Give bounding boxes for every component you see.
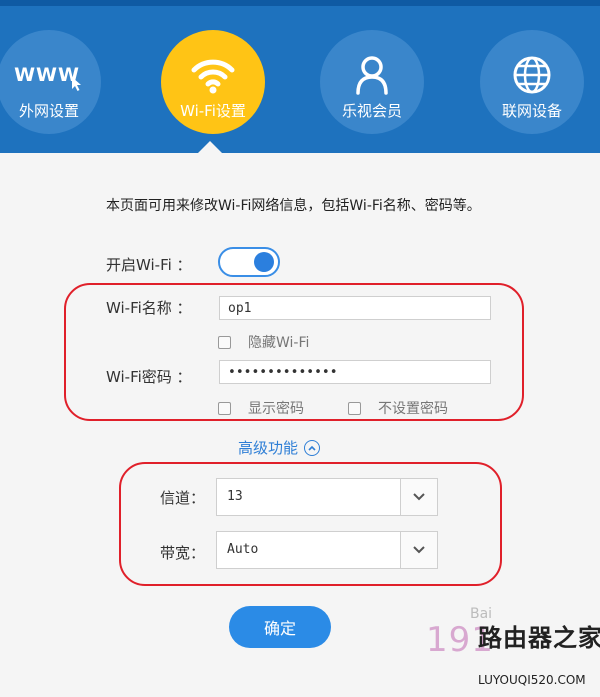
nav-item-wifi-settings[interactable]: Wi-Fi设置 [161,30,265,134]
www-cursor-icon: WWW [14,54,84,96]
active-tab-caret [198,141,222,153]
advanced-label: 高级功能 [238,439,299,457]
header-top-line [0,0,600,6]
nav-label: Wi-Fi设置 [180,102,246,120]
user-icon [355,54,389,96]
nav-label: 乐视会员 [341,102,402,120]
page-description: 本页面可用来修改Wi-Fi网络信息，包括Wi-Fi名称、密码等。 [106,198,481,214]
toggle-knob [254,252,274,272]
globe-icon [512,54,552,96]
watermark-site: LUYOUQI520.COM [478,673,586,687]
nav-label: 联网设备 [501,102,562,120]
nav-label: 外网设置 [18,102,79,120]
chevron-up-icon [304,439,321,456]
nav-item-wan-settings[interactable]: WWW 外网设置 [0,30,101,134]
nav-item-connected-devices[interactable]: 联网设备 [480,30,584,134]
wifi-icon [190,54,236,96]
wifi-toggle-switch[interactable] [218,247,280,277]
wifi-toggle-label: 开启Wi-Fi ： [106,256,192,274]
annotation-outline-wifi-fields [64,283,524,421]
top-navigation-bar: WWW 外网设置 Wi-Fi设置 乐视会员 联网设备 [0,0,600,153]
advanced-settings-toggle[interactable]: 高级功能 [238,437,321,458]
confirm-button[interactable]: 确定 [229,606,331,648]
annotation-outline-advanced-fields [119,462,502,586]
watermark-brand: 路由器之家 [478,624,600,652]
nav-item-letv-member[interactable]: 乐视会员 [320,30,424,134]
